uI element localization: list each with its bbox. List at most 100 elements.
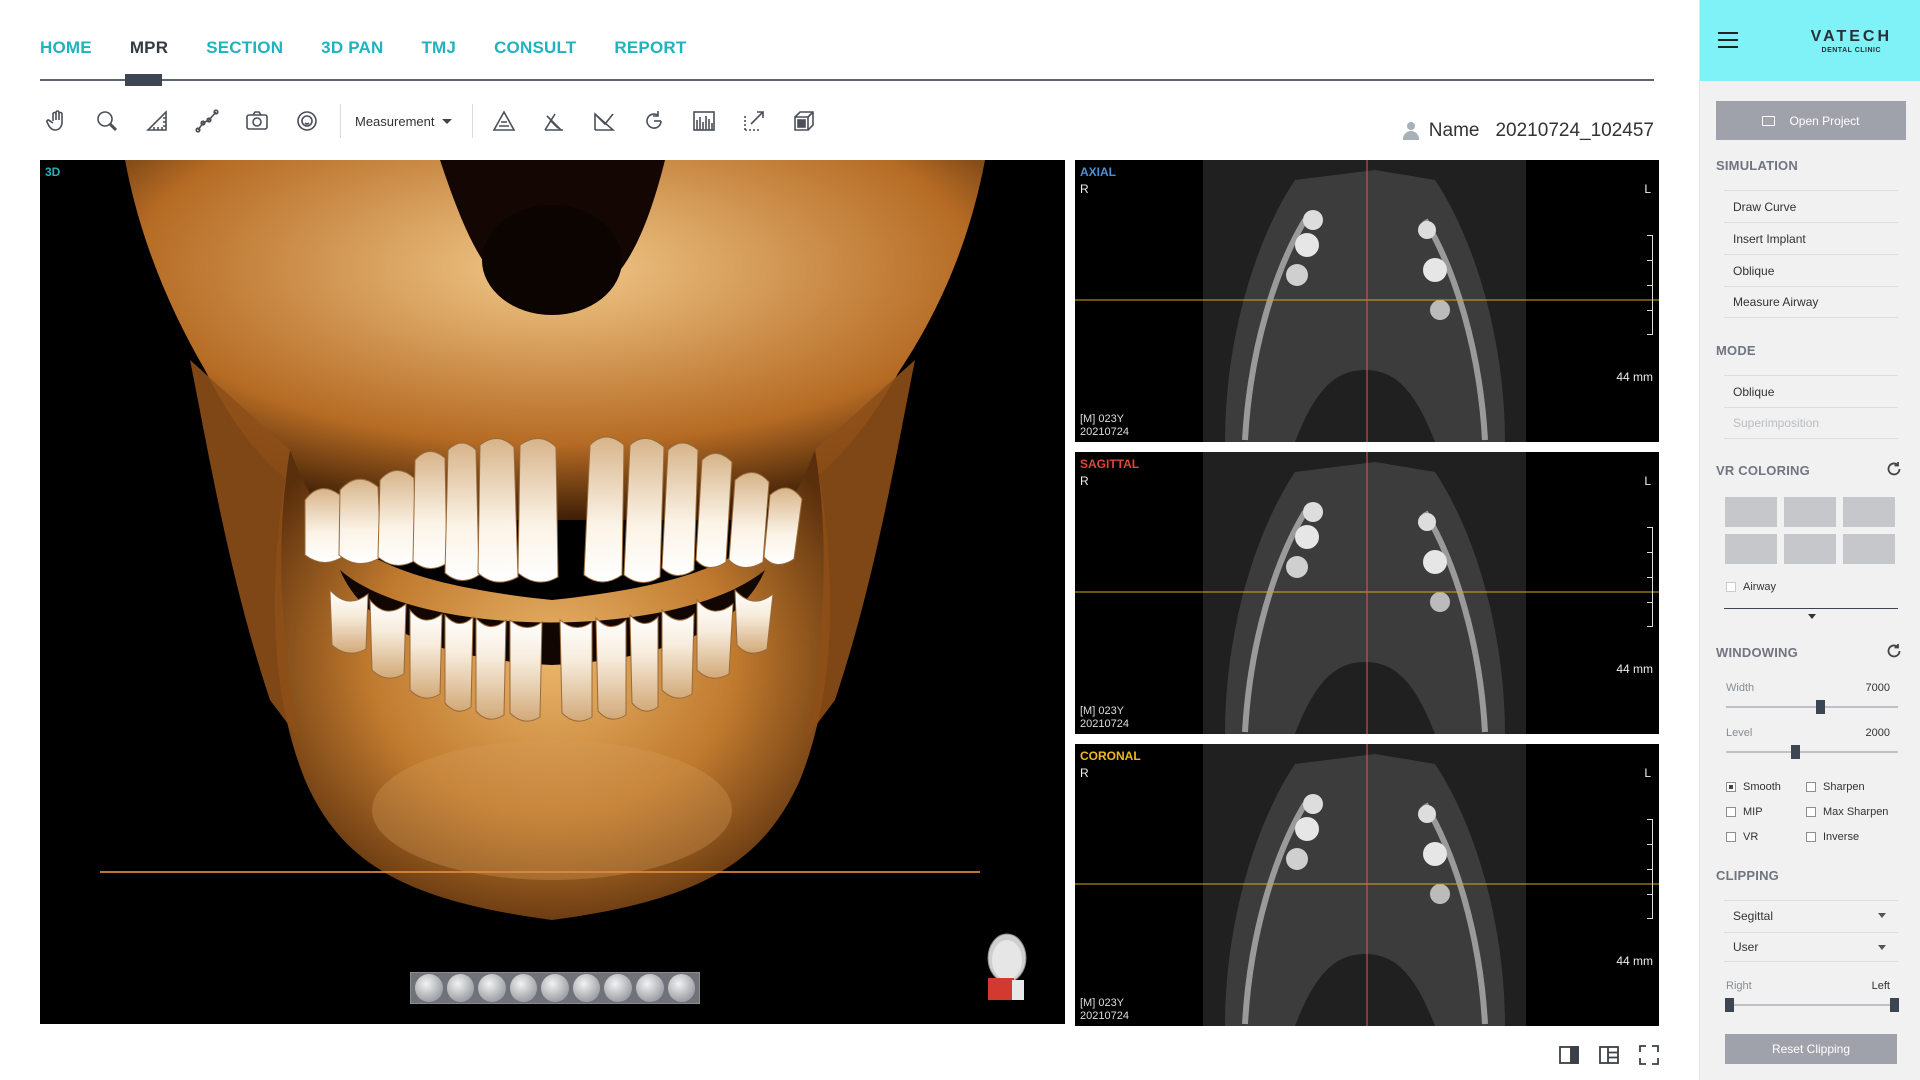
view-left-icon[interactable] [415,974,443,1002]
caret-down-icon [442,118,453,124]
mode-list: Oblique Superimposition [1724,375,1898,439]
orientation-right-label: R [1080,474,1089,488]
brand-subtitle: DENTAL CLINIC [1821,47,1882,54]
vr-preset-swatch[interactable] [1843,497,1895,527]
area-triangle-icon[interactable] [487,104,521,138]
toolbar-separator [472,104,474,138]
view-top-icon[interactable] [572,974,601,1002]
axial-viewport[interactable]: AXIAL R L 44 mm [M] 023Y 20210724 [1075,160,1659,442]
sagittal-viewport[interactable]: SAGITTAL R L 44 mm [M] 023Y 20210724 [1075,452,1659,734]
hamburger-menu-icon[interactable] [1718,32,1738,48]
view-bottom-icon[interactable] [604,974,632,1002]
scale-label: 44 mm [1616,370,1653,384]
vr-preset-swatch[interactable] [1784,497,1836,527]
level-slider[interactable] [1726,745,1898,759]
inverse-label: Inverse [1823,831,1860,843]
patient-name-value: 20210724_102457 [1495,120,1654,141]
patient-info: Name 20210724_102457 [1402,120,1654,142]
tab-consult[interactable]: CONSULT [494,38,576,62]
clipping-mode-select[interactable]: User [1724,932,1898,962]
polyline-icon[interactable] [190,104,224,138]
view-front-icon[interactable] [478,974,506,1002]
zoom-icon[interactable] [90,104,124,138]
patient-overlay-info: [M] 023Y 20210724 [1080,413,1129,439]
view-right-icon[interactable] [541,974,569,1002]
tab-report[interactable]: REPORT [614,38,686,62]
windowing-title: WINDOWING [1716,645,1798,660]
reset-clipping-button[interactable]: Reset Clipping [1725,1034,1897,1064]
open-project-button[interactable]: Open Project [1716,101,1906,140]
brand-name: VATECH [1810,28,1892,45]
layout-split-right-icon[interactable] [1558,1044,1580,1066]
orientation-left-label: L [1644,182,1651,196]
vr-preset-swatch[interactable] [1725,534,1777,564]
overlay-date: 20210724 [1080,1010,1129,1022]
vr-reset-icon[interactable] [1886,461,1902,477]
sharpen-checkbox[interactable]: Sharpen [1806,781,1865,793]
checkbox-box [1806,832,1816,842]
rotate-icon[interactable] [637,104,671,138]
panel-header: VATECH DENTAL CLINIC [1700,0,1920,81]
checkbox-box [1726,832,1736,842]
view-right-front-icon[interactable] [509,974,538,1002]
cube-view-icon[interactable] [787,104,821,138]
caret-down-icon [1878,913,1886,918]
fullscreen-icon[interactable] [1638,1044,1660,1066]
tab-mpr[interactable]: MPR [130,38,168,62]
clipping-range-slider[interactable] [1725,998,1899,1012]
clip-right-thumb[interactable] [1725,998,1734,1012]
clip-right-label: Right [1726,980,1752,992]
coronal-viewport[interactable]: CORONAL R L 44 mm [M] 023Y 20210724 [1075,744,1659,1026]
ct-slice-coronal [1075,744,1659,1026]
orientation-head-icon[interactable] [980,930,1034,1002]
view-rotate-icon[interactable] [667,974,696,1002]
3d-viewport[interactable]: 3D [40,160,1065,1024]
ruler-triangle-icon[interactable] [140,104,174,138]
draw-curve-item[interactable]: Draw Curve [1724,190,1898,222]
checkbox-box [1726,807,1736,817]
max-sharpen-checkbox[interactable]: Max Sharpen [1806,806,1888,818]
smooth-checkbox[interactable]: Smooth [1726,781,1781,793]
inverse-checkbox[interactable]: Inverse [1806,831,1859,843]
mode-oblique-item[interactable]: Oblique [1724,375,1898,407]
expand-caret-icon[interactable] [1808,614,1816,619]
windowing-reset-icon[interactable] [1886,643,1902,659]
mip-checkbox[interactable]: MIP [1726,806,1763,818]
width-label: Width [1726,682,1755,694]
vr-preset-swatch[interactable] [1725,497,1777,527]
vr-preset-swatch[interactable] [1784,534,1836,564]
oblique-item[interactable]: Oblique [1724,254,1898,286]
tab-3d-pan[interactable]: 3D PAN [321,38,383,62]
pan-hand-icon[interactable] [40,104,74,138]
view-preset-toolbar [410,972,700,1004]
camera-icon[interactable] [240,104,274,138]
vr-checkbox[interactable]: VR [1726,831,1758,843]
scale-bar [1645,819,1653,919]
angle-hatch-icon[interactable] [537,104,571,138]
measure-airway-item[interactable]: Measure Airway [1724,286,1898,318]
nav-divider [40,79,1654,81]
tool-bar: Measurement [40,104,840,138]
angle-measure-icon[interactable] [587,104,621,138]
view-back-icon[interactable] [635,974,664,1002]
clip-left-thumb[interactable] [1890,998,1899,1012]
view-left-front-icon[interactable] [446,974,475,1002]
tab-section[interactable]: SECTION [206,38,283,62]
mode-title: MODE [1716,343,1756,358]
layout-quad-icon[interactable] [1598,1044,1620,1066]
brand-logo: VATECH DENTAL CLINIC [1811,28,1892,54]
tab-home[interactable]: HOME [40,38,92,62]
export-crop-icon[interactable] [737,104,771,138]
face-scan-icon[interactable] [290,104,324,138]
measurement-dropdown[interactable]: Measurement [355,114,453,129]
clipping-plane-select[interactable]: Segittal [1724,900,1898,930]
vr-preset-swatch[interactable] [1843,534,1895,564]
width-slider-thumb[interactable] [1816,700,1825,714]
level-slider-thumb[interactable] [1791,745,1800,759]
insert-implant-item[interactable]: Insert Implant [1724,222,1898,254]
airway-checkbox[interactable]: Airway [1726,581,1776,593]
histogram-icon[interactable] [687,104,721,138]
tab-tmj[interactable]: TMJ [421,38,456,62]
clipping-title: CLIPPING [1716,868,1779,883]
width-slider[interactable] [1726,700,1898,714]
